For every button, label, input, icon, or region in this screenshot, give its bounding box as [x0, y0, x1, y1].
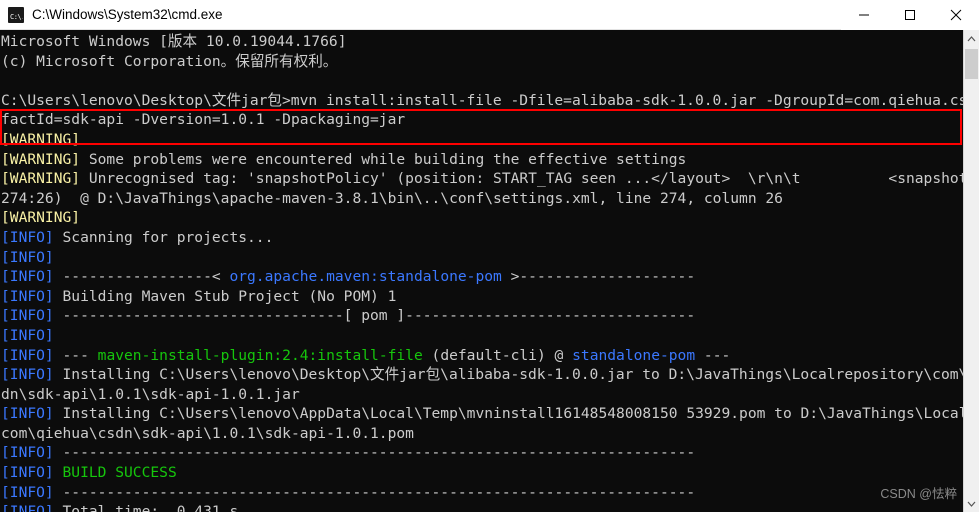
- console-segment: ---: [53, 346, 98, 364]
- console-segment: (c) Microsoft Corporation。保留所有权利。: [1, 52, 338, 70]
- console-segment: maven-install-plugin:2.4:install-file: [97, 346, 423, 364]
- console-segment: Installing C:\Users\lenovo\Desktop\文件jar…: [53, 366, 964, 384]
- cmd-window: C:\. C:\Windows\System32\cmd.exe Microso…: [0, 0, 979, 512]
- console-segment: Unrecognised tag: 'snapshotPolicy' (posi…: [88, 170, 963, 188]
- window-title: C:\Windows\System32\cmd.exe: [32, 7, 223, 22]
- console-segment: ----------------------------------------…: [53, 483, 696, 501]
- console-line: com\qiehua\csdn\sdk-api\1.0.1\sdk-api-1.…: [1, 424, 963, 444]
- console-line: [INFO] Installing C:\Users\lenovo\AppDat…: [1, 404, 963, 424]
- scrollbar-thumb[interactable]: [965, 49, 978, 79]
- console-line: [INFO]: [1, 326, 963, 346]
- console-line: [WARNING]: [1, 208, 963, 228]
- console-segment: [WARNING]: [1, 209, 81, 227]
- scroll-down-button[interactable]: [964, 495, 979, 512]
- minimize-button[interactable]: [841, 0, 887, 30]
- console-line: [INFO] Building Maven Stub Project (No P…: [1, 287, 963, 307]
- console-line: [INFO] Scanning for projects...: [1, 228, 963, 248]
- console-segment: 274:26) @ D:\JavaThings\apache-maven-3.8…: [1, 189, 783, 207]
- console-scrollbar[interactable]: [963, 30, 979, 512]
- console-segment: >--------------------: [501, 268, 696, 286]
- console-segment: com\qiehua\csdn\sdk-api\1.0.1\sdk-api-1.…: [1, 424, 414, 442]
- maximize-icon: [905, 9, 915, 20]
- console-segment: Total time: 0.431 s: [53, 503, 239, 512]
- console-segment: BUILD SUCCESS: [62, 464, 177, 482]
- console-segment: Some problems were encountered while bui…: [80, 150, 687, 168]
- console-segment: [INFO]: [1, 444, 54, 462]
- scroll-up-button[interactable]: [964, 30, 979, 47]
- maximize-button[interactable]: [887, 0, 933, 30]
- console-line: factId=sdk-api -Dversion=1.0.1 -Dpackagi…: [1, 110, 963, 130]
- console-segment: [INFO]: [1, 287, 54, 305]
- chevron-up-icon: [967, 35, 976, 41]
- console-segment: [INFO]: [1, 503, 54, 512]
- console-segment: Building Maven Stub Project (No POM) 1: [53, 287, 397, 305]
- cmd-console-icon: C:\.: [8, 6, 24, 23]
- console-segment: (default-cli) @: [422, 346, 573, 364]
- console-line: [INFO] -----------------< org.apache.mav…: [1, 267, 963, 287]
- console-segment: [INFO]: [1, 366, 54, 384]
- console-segment: Microsoft Windows [版本 10.0.19044.1766]: [1, 33, 347, 50]
- console-line: [INFO] Total time: 0.431 s: [1, 502, 963, 512]
- console-line: C:\Users\lenovo\Desktop\文件jar包>mvn insta…: [1, 91, 963, 111]
- console-line: 274:26) @ D:\JavaThings\apache-maven-3.8…: [1, 189, 963, 209]
- console-segment: [INFO]: [1, 464, 54, 482]
- window-controls: [841, 0, 979, 30]
- console-line: [WARNING]: [1, 130, 963, 150]
- console-segment: Scanning for projects...: [53, 228, 274, 246]
- console-line: dn\sdk-api\1.0.1\sdk-api-1.0.1.jar: [1, 385, 963, 405]
- console-segment: [54, 464, 63, 481]
- console-segment: [INFO]: [1, 268, 54, 286]
- console-line: [INFO] --- maven-install-plugin:2.4:inst…: [1, 346, 963, 366]
- console-segment: -----------------<: [53, 268, 230, 286]
- console-segment: org.apache.maven:standalone-pom: [229, 268, 502, 286]
- console-line: [INFO] ---------------------------------…: [1, 443, 963, 463]
- close-button[interactable]: [933, 0, 979, 30]
- console-line: [INFO] Installing C:\Users\lenovo\Deskto…: [1, 365, 963, 385]
- console-segment: Installing C:\Users\lenovo\AppData\Local…: [62, 405, 964, 423]
- console-line: [INFO] ---------------------------------…: [1, 483, 963, 503]
- console-segment: [INFO]: [1, 326, 54, 344]
- console-segment: ----------------------------------------…: [53, 444, 696, 462]
- console-segment: [WARNING]: [1, 150, 81, 168]
- close-icon: [950, 9, 962, 20]
- console-segment: [INFO]: [1, 346, 54, 364]
- chevron-down-icon: [967, 501, 976, 507]
- console-segment: --------------------------------[ pom ]-…: [53, 307, 696, 325]
- console-line: [INFO] --------------------------------[…: [1, 306, 963, 326]
- console-segment: [INFO]: [1, 228, 54, 246]
- console-line: [WARNING] Some problems were encountered…: [1, 150, 963, 170]
- console-segment: C:\Users\lenovo\Desktop\文件jar包>mvn insta…: [1, 91, 963, 109]
- console-segment: ---: [695, 346, 731, 364]
- console-segment: standalone-pom: [572, 346, 696, 364]
- console-segment: [INFO]: [1, 307, 54, 325]
- console-line: [WARNING] Unrecognised tag: 'snapshotPol…: [1, 169, 963, 189]
- console-segment: [WARNING]: [1, 130, 81, 148]
- console-text-buffer: Microsoft Windows [版本 10.0.19044.1766] (c…: [0, 30, 963, 512]
- console-line: [INFO] BUILD SUCCESS: [1, 463, 963, 483]
- console-segment: dn\sdk-api\1.0.1\sdk-api-1.0.1.jar: [1, 385, 300, 403]
- console-line: Microsoft Windows [版本 10.0.19044.1766]: [1, 32, 963, 52]
- console-segment: [INFO]: [1, 405, 54, 423]
- console-segment: [WARNING]: [1, 170, 81, 188]
- console-output-area[interactable]: Microsoft Windows [版本 10.0.19044.1766] (c…: [0, 30, 963, 512]
- minimize-icon: [859, 14, 869, 15]
- console-line: [INFO]: [1, 248, 963, 268]
- window-titlebar[interactable]: C:\. C:\Windows\System32\cmd.exe: [0, 0, 979, 30]
- console-line: (c) Microsoft Corporation。保留所有权利。: [1, 52, 963, 72]
- cmd-icon-prompt-glyph: C:\.: [9, 11, 24, 22]
- console-segment: [INFO]: [1, 248, 54, 266]
- console-segment: [INFO]: [1, 483, 54, 501]
- console-segment: factId=sdk-api -Dversion=1.0.1 -Dpackagi…: [1, 111, 406, 129]
